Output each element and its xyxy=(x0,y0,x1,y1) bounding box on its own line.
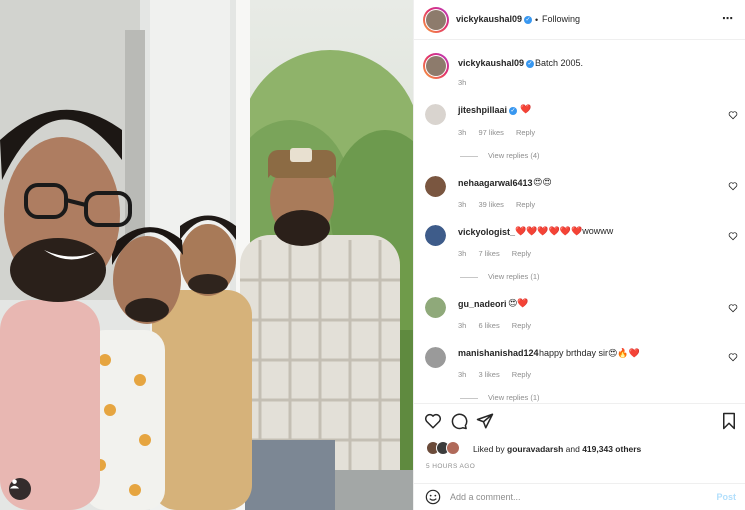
comment-likes[interactable]: 6 likes xyxy=(478,321,499,330)
caption-author-username[interactable]: vickykaushal09 ✓ xyxy=(458,58,535,68)
commenter-avatar[interactable] xyxy=(425,104,446,125)
liked-by-others[interactable]: 419,343 others xyxy=(582,444,641,454)
save-bookmark-icon[interactable] xyxy=(720,412,738,430)
view-replies-label: View replies (1) xyxy=(488,272,540,281)
comment-time: 3h xyxy=(458,200,467,209)
comment-username[interactable]: jiteshpillaai ✓ xyxy=(458,105,518,115)
reply-button[interactable]: Reply xyxy=(516,128,535,137)
comment-bubble-icon[interactable] xyxy=(450,412,468,430)
commenter-avatar[interactable] xyxy=(425,297,446,318)
liked-by-prefix: Liked by xyxy=(473,444,505,454)
post-sidebar: vickykaushal09 ✓ • Following ⋯ vickykaush… xyxy=(413,0,745,510)
tagged-users-button[interactable] xyxy=(9,478,31,500)
liked-by-user[interactable]: gouravadarsh xyxy=(507,444,563,454)
caption: vickykaushal09 ✓ Batch 2005. 3h xyxy=(414,41,745,101)
like-comment-heart-icon[interactable] xyxy=(728,181,738,191)
comment-form: Post xyxy=(414,483,745,510)
author-username[interactable]: vickykaushal09 ✓ xyxy=(456,14,533,24)
avatar-image xyxy=(425,176,446,197)
comments-list[interactable]: vickykaushal09 ✓ Batch 2005. 3h jiteshpil… xyxy=(414,41,745,403)
reply-button[interactable]: Reply xyxy=(512,321,531,330)
comment-emoji: 😍🔥❤️ xyxy=(608,348,640,358)
view-replies-label: View replies (1) xyxy=(488,393,540,402)
comment-meta: 3h 7 likes Reply xyxy=(458,249,541,258)
separator-dot: • xyxy=(535,15,539,25)
view-replies-button[interactable]: View replies (1) xyxy=(460,393,540,402)
avatar-image xyxy=(425,225,446,246)
comment-time: 3h xyxy=(458,370,467,379)
liked-by-and: and xyxy=(565,444,580,454)
view-replies-button[interactable]: View replies (1) xyxy=(460,272,540,281)
post-photo[interactable] xyxy=(0,0,413,510)
caption-author-avatar[interactable] xyxy=(423,53,449,79)
comment-meta: 3h 39 likes Reply xyxy=(458,200,545,209)
emoji-smiley-icon[interactable] xyxy=(425,489,441,505)
comment-emoji: ❤️❤️❤️❤️❤️❤️ xyxy=(515,226,583,236)
author-avatar[interactable] xyxy=(423,7,449,33)
comment-text: 😍😍 xyxy=(533,177,552,187)
comment-time: 3h xyxy=(458,321,467,330)
comment-meta: 3h 3 likes Reply xyxy=(458,370,541,379)
following-button[interactable]: Following xyxy=(542,14,580,24)
reply-button[interactable]: Reply xyxy=(512,249,531,258)
liked-by-text[interactable]: Liked by gouravadarsh and 419,343 others xyxy=(473,444,641,454)
comment-username[interactable]: manishanishad124 xyxy=(458,348,539,358)
liker-avatar xyxy=(446,441,460,455)
person-icon xyxy=(9,479,20,489)
like-comment-heart-icon[interactable] xyxy=(728,110,738,120)
like-comment-heart-icon[interactable] xyxy=(728,352,738,362)
like-comment-heart-icon[interactable] xyxy=(728,303,738,313)
comment-input[interactable] xyxy=(450,488,700,506)
comment-time: 3h xyxy=(458,128,467,137)
commenter-avatar[interactable] xyxy=(425,347,446,368)
avatar-image xyxy=(425,347,446,368)
comment-username[interactable]: vickyologist_ xyxy=(458,227,515,237)
comment-text: ❤️ xyxy=(520,104,532,114)
post-time-ago[interactable]: 5 HOURS AGO xyxy=(426,463,475,470)
comment-username[interactable]: gu_nadeori xyxy=(458,299,507,309)
group-selfie-image xyxy=(0,0,413,510)
reply-button[interactable]: Reply xyxy=(512,370,531,379)
comment-meta: 3h 6 likes Reply xyxy=(458,321,541,330)
commenter-avatar[interactable] xyxy=(425,176,446,197)
caption-text: Batch 2005. xyxy=(535,58,584,68)
view-replies-label: View replies (4) xyxy=(488,151,540,160)
like-comment-heart-icon[interactable] xyxy=(728,231,738,241)
commenter-avatar[interactable] xyxy=(425,225,446,246)
more-options-icon[interactable]: ⋯ xyxy=(722,12,734,25)
verified-badge-icon: ✓ xyxy=(509,106,518,115)
share-send-icon[interactable] xyxy=(476,412,494,430)
reply-button[interactable]: Reply xyxy=(516,200,535,209)
comment-likes[interactable]: 7 likes xyxy=(478,249,499,258)
comment-time: 3h xyxy=(458,249,467,258)
comment-text: ❤️❤️❤️❤️❤️❤️wowww xyxy=(515,226,613,237)
replies-divider xyxy=(460,276,478,278)
view-replies-button[interactable]: View replies (4) xyxy=(460,151,540,160)
comment-words: happy brthday sir xyxy=(539,348,609,358)
comment-words: wowww xyxy=(582,226,614,236)
like-heart-icon[interactable] xyxy=(424,412,442,430)
comment-text: happy brthday sir😍🔥❤️ xyxy=(539,348,640,359)
avatar-image xyxy=(425,297,446,318)
comment-likes[interactable]: 39 likes xyxy=(478,200,503,209)
replies-divider xyxy=(460,155,478,157)
caption-time: 3h xyxy=(458,78,467,87)
replies-divider xyxy=(460,397,478,399)
comment-username[interactable]: nehaagarwal6413 xyxy=(458,178,533,188)
post-actions: Liked by gouravadarsh and 419,343 others… xyxy=(414,403,745,483)
post-header: vickykaushal09 ✓ • Following ⋯ xyxy=(414,0,745,40)
comment-likes[interactable]: 97 likes xyxy=(478,128,503,137)
comment-text: 😍❤️ xyxy=(508,298,529,308)
comment-meta: 3h 97 likes Reply xyxy=(458,128,545,137)
avatar-image xyxy=(425,104,446,125)
post-comment-button[interactable]: Post xyxy=(716,492,736,502)
comment-likes[interactable]: 3 likes xyxy=(478,370,499,379)
verified-badge-icon: ✓ xyxy=(524,15,533,24)
verified-badge-icon: ✓ xyxy=(526,59,535,68)
